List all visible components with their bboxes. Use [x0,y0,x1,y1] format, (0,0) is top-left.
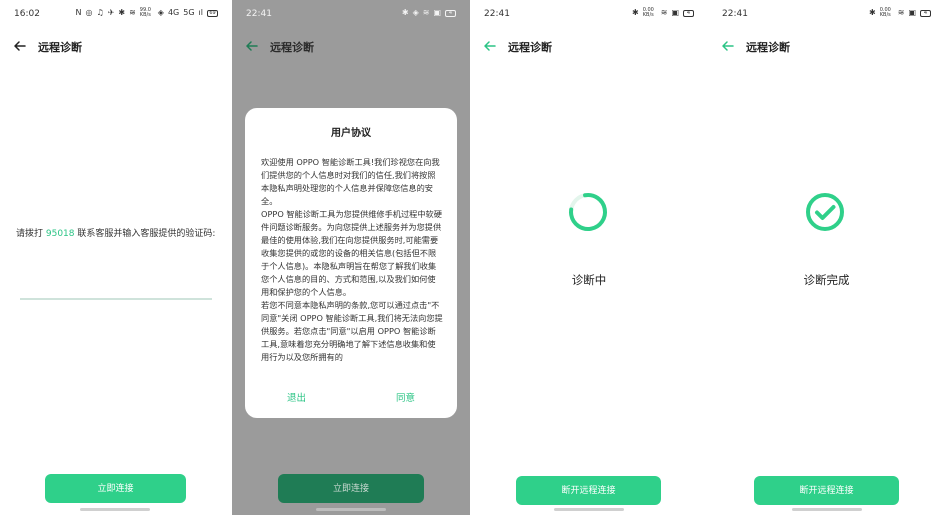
wifi-icon: ◈ [157,8,164,17]
network-speed: 99.0 KB/s [139,7,151,18]
page-title: 远程诊断 [508,41,552,54]
bluetooth-icon: ✱ [869,8,876,17]
battery-icon: 69 [207,9,218,17]
back-arrow-icon[interactable] [12,38,28,54]
bluetooth-icon: ✱ [401,8,409,17]
disconnect-remote-button[interactable]: 断开远程连接 [754,476,899,505]
status-bar: 22:41 ✱ 0.00 KB/s ≋ ▣ 4 [708,0,945,28]
status-time: 22:41 [246,9,272,19]
status-bar: 22:41 ✱ 0.00 KB/s ≋ ▣ 4 [470,0,708,28]
app-bar: 远程诊断 [0,32,232,60]
screen-diagnosis-complete: 22:41 ✱ 0.00 KB/s ≋ ▣ 4 远程诊断 诊断完成 断开远程连接 [708,0,945,515]
service-number-link[interactable]: 95018 [46,229,75,239]
vibrate-icon: ≋ [129,8,136,17]
screen-verification: 16:02 N ◎ ♫ ✈ ✱ ≋ 99.0 KB/s ◈ 4G 5G ıl 6… [0,0,232,515]
battery-icon: 4 [683,9,694,17]
airplane-icon: ✈ [107,8,115,17]
agreement-text[interactable]: 欢迎使用 OPPO 智能诊断工具!我们珍视您在向我们提供您的个人信息时对我们的信… [261,156,443,384]
check-circle-icon [806,193,844,231]
screen-user-agreement: 22:41 ✱ ◈ ≋ ▣ 4 远程诊断 立即连接 用户协议 欢迎使用 OPPO… [232,0,470,515]
complete-label: 诊断完成 [803,273,850,287]
headset-icon: ♫ [96,8,104,17]
diagnosing-label: 诊断中 [571,273,607,287]
page-title: 远程诊断 [38,41,82,54]
dial-instruction: 请拨打 95018 联系客服并输入客服提供的验证码: [16,226,215,239]
home-indicator[interactable] [554,508,624,511]
agree-button[interactable]: 同意 [396,390,415,404]
verification-code-input[interactable] [20,280,212,300]
back-arrow-icon[interactable] [482,38,498,54]
battery-icon: 4 [445,9,456,17]
status-bar: 16:02 N ◎ ♫ ✈ ✱ ≋ 99.0 KB/s ◈ 4G 5G ıl 6… [0,0,232,28]
app-bar: 远程诊断 [232,32,470,60]
app-bar: 远程诊断 [708,32,945,60]
5g-icon: 5G [183,8,195,17]
dialog-actions: 退出 同意 [245,386,457,408]
status-time: 16:02 [14,9,40,19]
connect-now-button[interactable]: 立即连接 [45,474,186,503]
status-icons: ✱ ◈ ≋ ▣ 4 [402,8,456,18]
signal-icon: ıl [198,8,203,17]
user-agreement-dialog: 用户协议 欢迎使用 OPPO 智能诊断工具!我们珍视您在向我们提供您的个人信息时… [245,108,457,418]
bluetooth-icon: ✱ [632,8,639,17]
status-time: 22:41 [484,9,510,19]
wifi-icon: ≋ [422,8,430,17]
wifi-icon: ≋ [897,8,905,17]
exit-button[interactable]: 退出 [287,390,306,404]
screen-diagnosing: 22:41 ✱ 0.00 KB/s ≋ ▣ 4 远程诊断 诊断中 断开远程连接 [470,0,708,515]
disconnect-remote-button[interactable]: 断开远程连接 [516,476,661,505]
status-icons: N ◎ ♫ ✈ ✱ ≋ 99.0 KB/s ◈ 4G 5G ıl 69 [76,8,218,18]
loading-ring-icon [569,193,607,231]
bluetooth-icon: ✱ [118,8,126,17]
status-icons: ✱ 0.00 KB/s ≋ ▣ 4 [869,8,931,18]
agreement-paragraph: OPPO 智能诊断工具为您提供维修手机过程中软硬件问题诊断服务。为向您提供上述服… [261,209,442,297]
nfc-icon: N [75,8,82,17]
wifi-signal-icon: ◈ [412,8,419,17]
sim-icon: ▣ [671,8,679,17]
network-speed: 0.00 KB/s [642,7,654,18]
status-icons: ✱ 0.00 KB/s ≋ ▣ 4 [632,8,694,18]
back-arrow-icon[interactable] [244,38,260,54]
back-arrow-icon[interactable] [720,38,736,54]
sim-icon: ▣ [908,8,916,17]
home-indicator[interactable] [792,508,862,511]
dialog-title: 用户协议 [331,128,371,139]
agreement-paragraph: 欢迎使用 OPPO 智能诊断工具!我们珍视您在向我们提供您的个人信息时对我们的信… [261,157,440,206]
home-indicator[interactable] [316,508,386,511]
status-bar: 22:41 ✱ ◈ ≋ ▣ 4 [232,0,470,28]
page-title: 远程诊断 [270,41,314,54]
app-bar: 远程诊断 [470,32,708,60]
location-icon: ◎ [85,8,93,17]
instruction-prefix: 请拨打 [16,229,46,239]
page-title: 远程诊断 [746,41,790,54]
battery-icon: 4 [920,9,931,17]
agreement-paragraph: 若您不同意本隐私声明的条款,您可以通过点击"不同意"关闭 OPPO 智能诊断工具… [261,300,443,362]
wifi-icon: ≋ [660,8,668,17]
network-speed: 0.00 KB/s [879,7,891,18]
status-time: 22:41 [722,9,748,19]
4g-icon: 4G [167,8,180,17]
home-indicator[interactable] [80,508,150,511]
instruction-suffix: 联系客服并输入客服提供的验证码: [74,229,216,239]
connect-now-button: 立即连接 [278,474,424,503]
sim-icon: ▣ [433,8,441,17]
